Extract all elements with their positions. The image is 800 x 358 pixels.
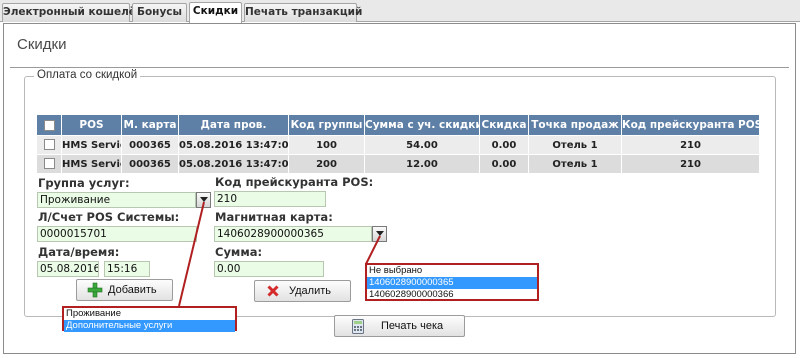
magnetic-card-option[interactable]: 1406028900000365: [367, 277, 537, 289]
service-group-option[interactable]: Дополнительные услуги: [64, 320, 235, 332]
service-group-callout-line: [178, 201, 205, 307]
magnetic-card-options-popup: Не выбрано 1406028900000365 140602890000…: [365, 263, 539, 301]
magnetic-card-option[interactable]: Не выбрано: [367, 265, 537, 277]
service-group-options-popup: Проживание Дополнительные услуги: [62, 306, 237, 332]
magnetic-card-option[interactable]: 1406028900000366: [367, 289, 537, 301]
callout-lines: [178, 201, 381, 307]
service-group-option[interactable]: Проживание: [64, 308, 235, 320]
card-callout-line: [365, 235, 381, 265]
